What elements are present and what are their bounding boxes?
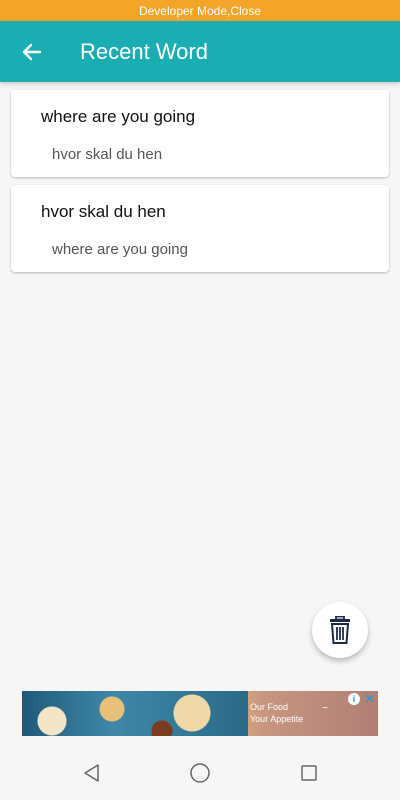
ad-logo: ~	[322, 703, 328, 714]
close-icon[interactable]: ✕	[364, 691, 375, 707]
delete-all-button[interactable]	[312, 602, 368, 658]
nav-back-button[interactable]	[80, 762, 102, 784]
ad-text: Our Food Your Appetite	[250, 701, 303, 725]
info-icon[interactable]: i	[348, 693, 360, 705]
arrow-left-icon	[22, 43, 42, 60]
page-title: Recent Word	[80, 38, 208, 64]
nav-recents-icon	[301, 765, 317, 781]
app-bar: Recent Word	[0, 21, 400, 82]
trash-icon	[330, 616, 350, 644]
ad-line-2: Your Appetite	[250, 714, 304, 724]
recent-word-card[interactable]: hvor skal du hen where are you going	[11, 185, 389, 272]
recent-words-list: where are you going hvor skal du hen hvo…	[11, 90, 389, 280]
ad-food-image	[22, 691, 248, 736]
developer-mode-banner[interactable]: Developer Mode,Close	[0, 0, 400, 21]
back-button[interactable]	[20, 40, 44, 64]
nav-home-button[interactable]	[189, 762, 211, 784]
translation-text: where are you going	[52, 241, 188, 258]
ad-line-1: Our Food	[250, 702, 289, 712]
nav-recents-button[interactable]	[298, 762, 320, 784]
nav-home-icon	[190, 763, 210, 783]
system-navigation-bar	[0, 745, 400, 800]
word-text: hvor skal du hen	[41, 202, 166, 221]
ad-banner[interactable]: Our Food Your Appetite ~ i ✕	[22, 691, 378, 736]
word-text: where are you going	[41, 107, 196, 126]
translation-text: hvor skal du hen	[52, 146, 163, 163]
nav-back-icon	[84, 764, 99, 782]
recent-word-card[interactable]: where are you going hvor skal du hen	[11, 90, 389, 177]
